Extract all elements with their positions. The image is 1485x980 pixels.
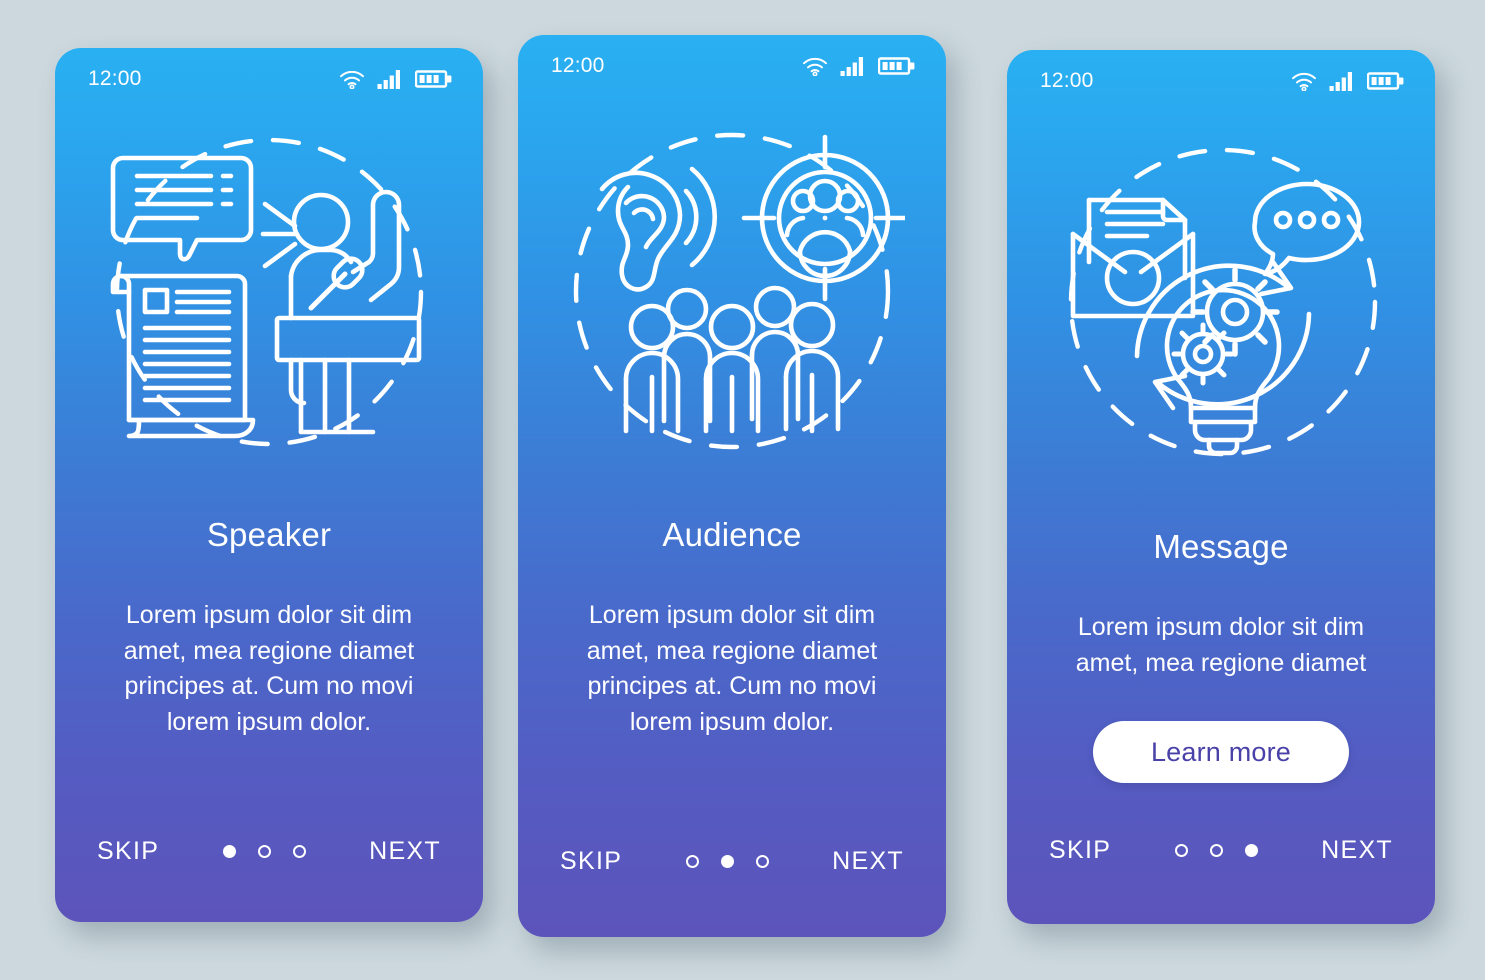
- page-title: Audience: [662, 516, 802, 553]
- illustration-audience: [518, 97, 946, 456]
- battery-icon: [1367, 72, 1404, 90]
- status-bar: 12:00: [55, 48, 483, 110]
- footer-nav: SKIP NEXT: [518, 829, 946, 937]
- pagination-dot-2[interactable]: [257, 844, 271, 858]
- status-icons: [339, 69, 453, 89]
- footer-nav: SKIP NEXT: [1007, 816, 1435, 924]
- page-description: Lorem ipsum dolor sit dim amet, mea regi…: [586, 601, 878, 736]
- onboarding-card-message: 12:00 Message Lorem ipsum dolor sit dim …: [1007, 50, 1435, 924]
- wifi-icon: [803, 57, 827, 76]
- illustration-speaker: [55, 110, 483, 454]
- status-time: 12:00: [1040, 69, 1094, 92]
- lightbulb-gears-icon: [1164, 267, 1282, 456]
- learn-more-button[interactable]: Learn more: [1092, 721, 1350, 783]
- pagination-dot-1[interactable]: [1174, 843, 1188, 857]
- status-bar: 12:00: [1007, 50, 1435, 112]
- chat-bubble-dots-icon: [1252, 181, 1362, 277]
- pagination-dot-3[interactable]: [1244, 843, 1258, 857]
- speaker-illustration: [110, 137, 424, 447]
- next-button[interactable]: NEXT: [1321, 836, 1393, 865]
- ear-listening-icon: [599, 166, 717, 292]
- battery-icon: [878, 57, 915, 75]
- next-button[interactable]: NEXT: [832, 847, 904, 876]
- skip-button[interactable]: SKIP: [560, 847, 622, 876]
- speaker-at-podium-icon: [274, 189, 422, 435]
- speech-rays-icon: [260, 201, 300, 269]
- cellular-signal-icon: [1329, 72, 1352, 91]
- status-icons: [802, 56, 916, 76]
- next-button[interactable]: NEXT: [369, 837, 441, 866]
- message-illustration: [1068, 147, 1378, 457]
- page-title: Message: [1153, 528, 1289, 565]
- skip-button[interactable]: SKIP: [97, 837, 159, 866]
- wifi-icon: [340, 70, 364, 89]
- audience-illustration: [573, 132, 905, 450]
- status-icons: [1291, 71, 1405, 91]
- crowd-people-icon: [623, 285, 840, 434]
- pagination-dot-2[interactable]: [1209, 843, 1223, 857]
- pagination-dot-1[interactable]: [222, 844, 236, 858]
- speech-bubble-icon: [110, 155, 254, 262]
- cellular-signal-icon: [377, 70, 400, 89]
- onboarding-card-speaker: 12:00 Speaker Lorem ipsum dolor sit dim …: [55, 48, 483, 922]
- pagination-dot-1[interactable]: [685, 854, 699, 868]
- onboarding-card-audience: 12:00 Audience Lorem ipsum dolor sit dim…: [518, 35, 946, 937]
- status-time: 12:00: [88, 67, 142, 90]
- card-content-message: Message Lorem ipsum dolor sit dim amet, …: [1007, 466, 1435, 816]
- page-title: Speaker: [206, 516, 332, 553]
- open-envelope-letter-icon: [1070, 197, 1196, 319]
- card-content-audience: Audience Lorem ipsum dolor sit dim amet,…: [518, 456, 946, 829]
- illustration-message: [1007, 112, 1435, 466]
- pagination-dot-3[interactable]: [755, 854, 769, 868]
- onboarding-screens-stage: 12:00 Speaker Lorem ipsum dolor sit dim …: [0, 0, 1485, 980]
- scroll-document-icon: [110, 273, 256, 439]
- status-time: 12:00: [551, 54, 605, 77]
- cellular-signal-icon: [840, 57, 863, 76]
- battery-icon: [415, 70, 452, 88]
- pagination-dots: [1174, 843, 1258, 857]
- status-bar: 12:00: [518, 35, 946, 97]
- page-description: Lorem ipsum dolor sit dim amet, mea regi…: [123, 601, 415, 736]
- footer-nav: SKIP NEXT: [55, 814, 483, 922]
- card-content-speaker: Speaker Lorem ipsum dolor sit dim amet, …: [55, 454, 483, 814]
- page-description: Lorem ipsum dolor sit dim amet, mea regi…: [1075, 613, 1367, 677]
- pagination-dot-3[interactable]: [292, 844, 306, 858]
- skip-button[interactable]: SKIP: [1049, 836, 1111, 865]
- pagination-dots: [685, 854, 769, 868]
- pagination-dot-2[interactable]: [720, 854, 734, 868]
- pagination-dots: [222, 844, 306, 858]
- target-audience-icon: [741, 134, 905, 302]
- wifi-icon: [1292, 72, 1316, 91]
